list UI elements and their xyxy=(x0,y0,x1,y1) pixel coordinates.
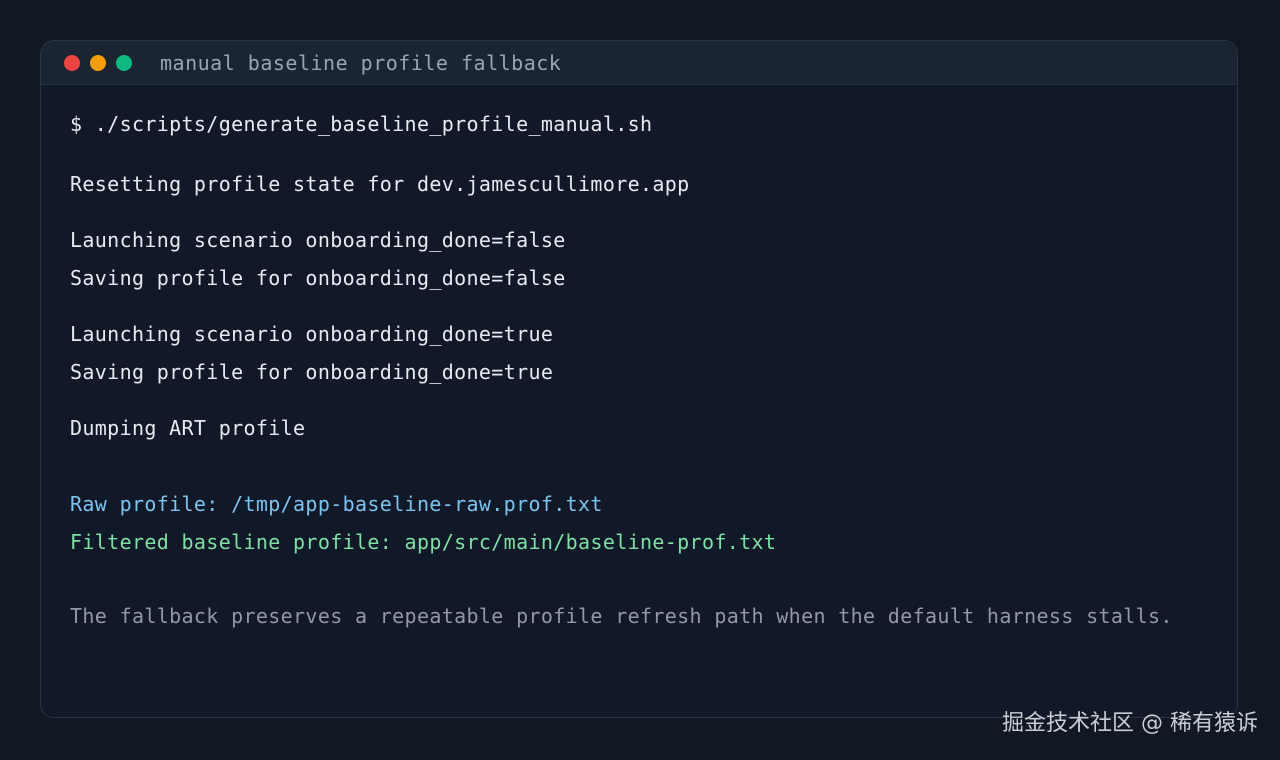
watermark: 掘金技术社区 @ 稀有猿诉 xyxy=(1002,711,1258,736)
output-line-reset: Resetting profile state for dev.jamescul… xyxy=(70,172,690,196)
output-line-launch-true: Launching scenario onboarding_done=true xyxy=(70,322,554,346)
command-line: $ ./scripts/generate_baseline_profile_ma… xyxy=(70,112,653,136)
filtered-profile-path: Filtered baseline profile: app/src/main/… xyxy=(70,530,777,554)
fallback-note: The fallback preserves a repeatable prof… xyxy=(70,604,1173,628)
raw-profile-path: Raw profile: /tmp/app-baseline-raw.prof.… xyxy=(70,492,603,516)
output-line-save-true: Saving profile for onboarding_done=true xyxy=(70,360,554,384)
terminal-window: manual baseline profile fallback $ ./scr… xyxy=(40,40,1238,718)
output-line-save-false: Saving profile for onboarding_done=false xyxy=(70,266,566,290)
output-line-dump: Dumping ART profile xyxy=(70,416,306,440)
output-line-launch-false: Launching scenario onboarding_done=false xyxy=(70,228,566,252)
terminal-output: $ ./scripts/generate_baseline_profile_ma… xyxy=(70,41,1237,717)
